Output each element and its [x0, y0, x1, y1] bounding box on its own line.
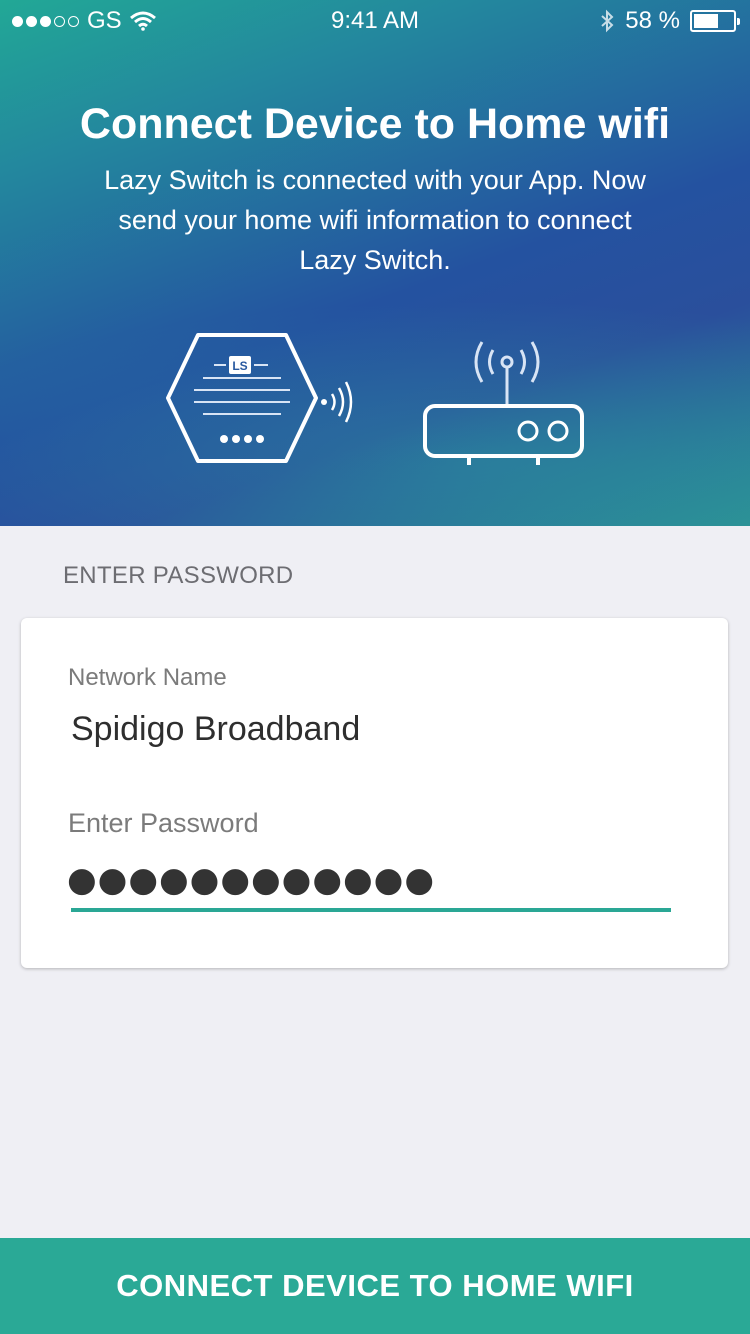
- password-underline: [71, 908, 671, 912]
- password-input[interactable]: ●●●●●●●●●●●●: [67, 860, 667, 904]
- header-banner: GS 9:41 AM 58 % Connect Device to Home w…: [0, 0, 750, 526]
- network-name-value: Spidigo Broadband: [71, 710, 361, 748]
- router-icon: [423, 341, 584, 465]
- section-label: ENTER PASSWORD: [63, 562, 294, 589]
- status-bar: GS 9:41 AM 58 %: [0, 0, 750, 40]
- connection-illustration: LS: [166, 333, 584, 465]
- page-title: Connect Device to Home wifi: [79, 100, 671, 148]
- wifi-form-card: Network Name Spidigo Broadband Enter Pas…: [21, 618, 728, 968]
- battery-icon: [690, 10, 740, 32]
- lazy-switch-device-icon: LS: [166, 333, 318, 463]
- battery-percent: 58 %: [625, 7, 680, 34]
- svg-text:LS: LS: [232, 359, 247, 373]
- signal-waves-icon: [321, 381, 353, 423]
- bluetooth-icon: [601, 9, 614, 33]
- password-label: Enter Password: [68, 808, 259, 838]
- network-name-label: Network Name: [68, 664, 227, 691]
- status-right: 58 %: [599, 7, 740, 35]
- page-subtitle: Lazy Switch is connected with your App. …: [104, 165, 646, 275]
- connect-device-button[interactable]: CONNECT DEVICE TO HOME WIFI: [0, 1238, 750, 1334]
